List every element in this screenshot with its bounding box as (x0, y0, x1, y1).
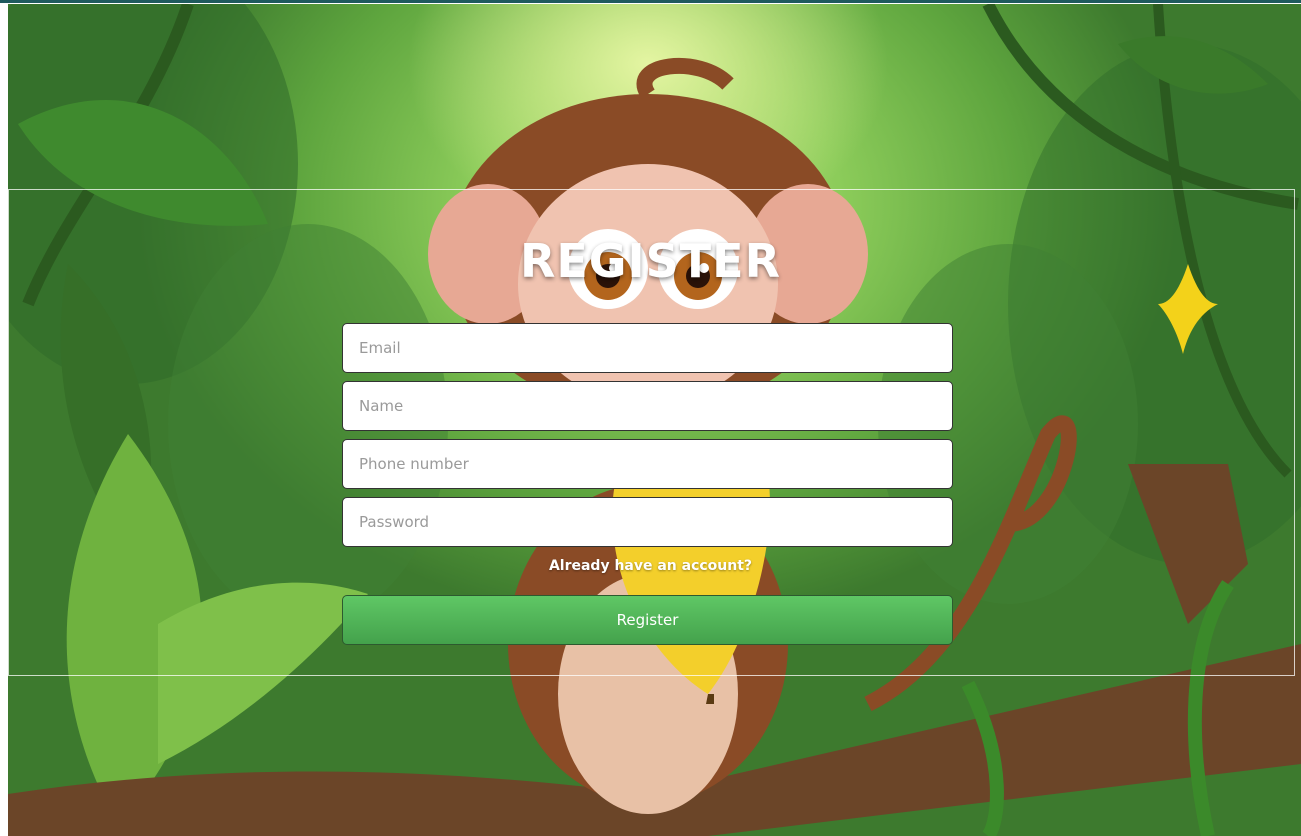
window-top-border (0, 0, 1301, 3)
name-input[interactable] (342, 381, 953, 431)
password-input[interactable] (342, 497, 953, 547)
register-button[interactable]: Register (342, 595, 953, 645)
phone-input[interactable] (342, 439, 953, 489)
login-link[interactable]: Already have an account? (0, 558, 1301, 574)
email-input[interactable] (342, 323, 953, 373)
page-title: REGISTER (519, 234, 782, 288)
